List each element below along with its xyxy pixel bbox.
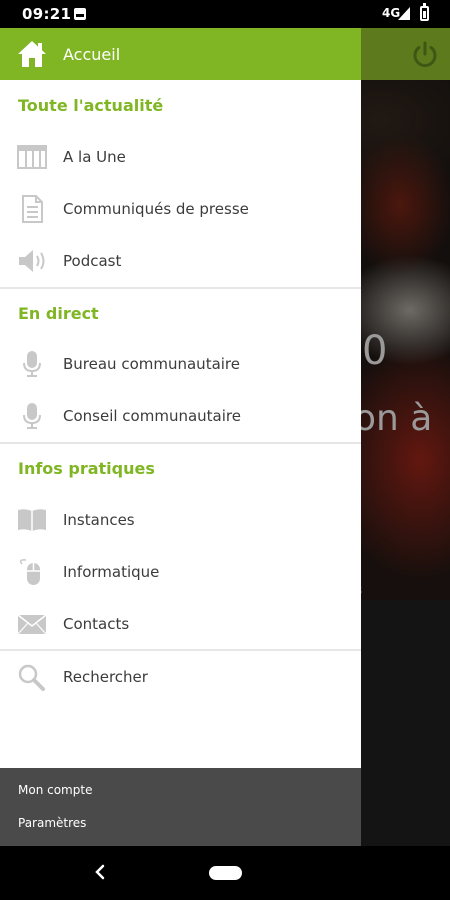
menu-item-contacts[interactable]: Contacts	[0, 601, 361, 647]
menu-item-rechercher[interactable]: Rechercher	[0, 654, 361, 700]
menu-item-label: Conseil communautaire	[63, 407, 241, 425]
section-title-en-direct: En direct	[18, 304, 99, 323]
back-icon[interactable]	[90, 860, 110, 884]
system-nav-bar	[0, 846, 450, 900]
drawer-header-home[interactable]: Accueil	[0, 28, 361, 80]
home-icon	[18, 41, 46, 67]
divider	[0, 287, 361, 289]
background-text: on à	[354, 398, 433, 439]
parametres-link[interactable]: Paramètres	[18, 816, 86, 830]
section-title-infos-pratiques: Infos pratiques	[18, 459, 155, 478]
menu-item-bureau-communautaire[interactable]: Bureau communautaire	[0, 341, 361, 387]
menu-item-informatique[interactable]: Informatique	[0, 549, 361, 595]
menu-item-label: Instances	[63, 511, 135, 529]
status-bar: 09:21 4G	[0, 0, 450, 28]
background-text: 0	[362, 328, 388, 374]
menu-item-conseil-communautaire[interactable]: Conseil communautaire	[0, 393, 361, 439]
menu-item-label: A la Une	[63, 148, 126, 166]
menu-item-label: Communiqués de presse	[63, 200, 249, 218]
menu-item-label: Bureau communautaire	[63, 355, 240, 373]
section-title-actualite: Toute l'actualité	[18, 96, 164, 115]
menu-item-label: Podcast	[63, 252, 122, 270]
mon-compte-link[interactable]: Mon compte	[18, 783, 92, 797]
status-time: 09:21	[22, 5, 72, 23]
menu-item-label: Rechercher	[63, 668, 148, 686]
signal-icon	[398, 7, 410, 20]
speaker-icon	[19, 250, 45, 272]
drawer-header-label: Accueil	[63, 45, 121, 64]
microphone-icon	[23, 403, 41, 429]
menu-item-podcast[interactable]: Podcast	[0, 238, 361, 284]
home-pill[interactable]	[209, 866, 242, 880]
menu-item-a-la-une[interactable]: A la Une	[0, 134, 361, 180]
battery-icon	[420, 3, 429, 21]
search-icon	[18, 664, 45, 691]
envelope-icon	[17, 614, 47, 635]
drawer-footer: Mon compte Paramètres	[0, 768, 361, 846]
book-icon	[18, 509, 46, 531]
mouse-icon	[19, 559, 40, 585]
power-icon[interactable]	[410, 40, 440, 70]
divider	[0, 442, 361, 444]
notification-icon	[74, 8, 86, 20]
menu-item-label: Contacts	[63, 615, 130, 633]
navigation-drawer: Accueil Toute l'actualité A la Une Commu…	[0, 28, 361, 846]
document-icon	[22, 195, 43, 223]
menu-item-instances[interactable]: Instances	[0, 497, 361, 543]
menu-item-label: Informatique	[63, 563, 160, 581]
menu-item-communiques[interactable]: Communiqués de presse	[0, 186, 361, 232]
microphone-icon	[23, 351, 41, 377]
divider	[0, 649, 361, 651]
newspaper-icon	[17, 145, 47, 169]
